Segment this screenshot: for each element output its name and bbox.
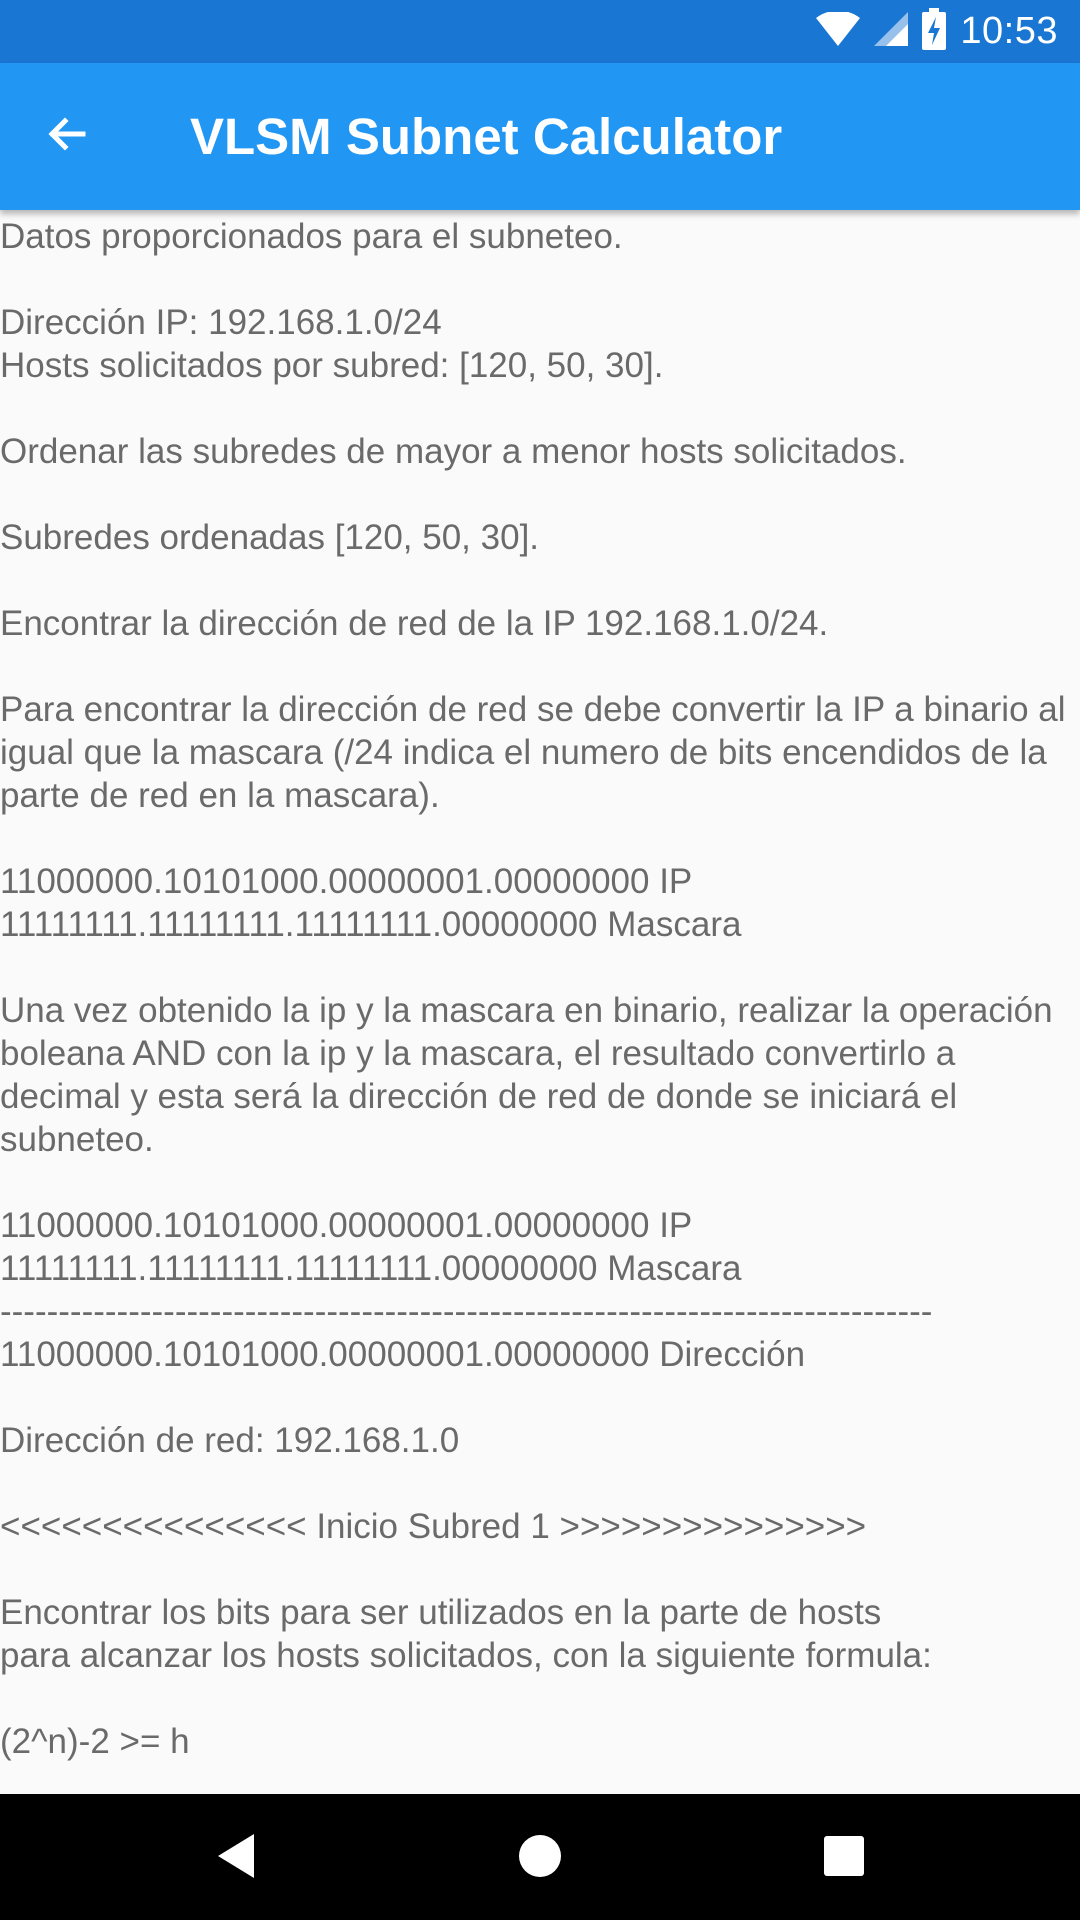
nav-home-icon bbox=[518, 1834, 562, 1883]
result-scroll-view[interactable]: Datos proporcionados para el subneteo. D… bbox=[0, 210, 1080, 1794]
nav-back-icon bbox=[214, 1831, 258, 1886]
navigation-bar bbox=[0, 1794, 1080, 1920]
app-bar: VLSM Subnet Calculator bbox=[0, 63, 1080, 210]
app-title: VLSM Subnet Calculator bbox=[190, 108, 783, 165]
back-button[interactable] bbox=[34, 103, 100, 169]
status-time: 10:53 bbox=[960, 10, 1058, 52]
status-icons: 10:53 bbox=[816, 0, 1058, 63]
wifi-icon bbox=[816, 10, 861, 51]
arrow-back-icon bbox=[43, 110, 91, 163]
nav-recents-icon bbox=[824, 1835, 864, 1881]
nav-back-button[interactable] bbox=[198, 1820, 274, 1896]
battery-charging-icon bbox=[922, 8, 947, 55]
status-bar: 10:53 bbox=[0, 0, 1080, 63]
cell-signal-icon bbox=[874, 12, 909, 51]
nav-home-button[interactable] bbox=[502, 1820, 578, 1896]
subnet-explanation-text: Datos proporcionados para el subneteo. D… bbox=[0, 217, 1066, 1761]
nav-recents-button[interactable] bbox=[806, 1820, 882, 1896]
